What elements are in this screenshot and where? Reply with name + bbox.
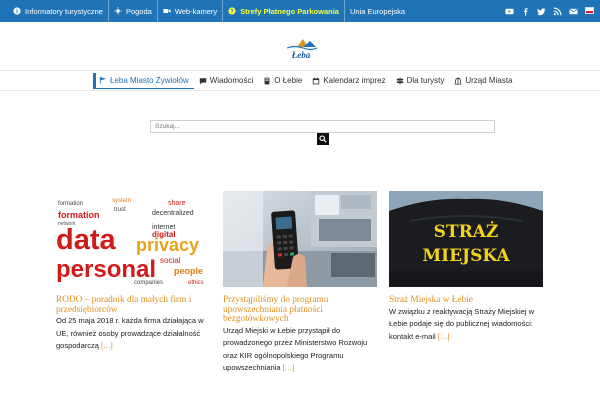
svg-text:social: social (160, 256, 181, 265)
card-excerpt: Od 25 maja 2018 r. każda firma działając… (56, 316, 204, 350)
top-link-label: Strefy Płatnego Parkowania (240, 6, 339, 16)
svg-text:trust: trust (114, 207, 126, 213)
calendar-icon (312, 77, 320, 85)
svg-text:share: share (168, 200, 186, 207)
straz-miejska-jacket-image[interactable]: STRAŻ MIEJSKA (389, 191, 543, 287)
rodo-word-cloud-image[interactable]: formation formation system decentralized… (56, 191, 210, 287)
parking-icon: ? (228, 7, 236, 15)
logo-text: Łeba (291, 50, 311, 60)
payment-terminal-image[interactable] (223, 191, 377, 287)
top-bar: Informatory turystyczne Pogoda Web-kamer… (0, 0, 600, 22)
read-more-link[interactable]: […] (438, 332, 450, 341)
top-link-label: Unia Europejska (349, 6, 406, 16)
nav-item-label: Kalendarz imprez (323, 76, 386, 85)
svg-text:digital: digital (152, 230, 176, 239)
nav-item-leba-miasto[interactable]: Łeba Miasto Żywiołów (93, 72, 194, 89)
info-icon (13, 7, 21, 15)
card-title[interactable]: RODO – poradnik dla małych firm i przeds… (56, 295, 210, 315)
top-link-web-kamery[interactable]: Web-kamery (158, 0, 224, 22)
leba-logo[interactable]: Łeba (283, 38, 319, 60)
svg-text:?: ? (231, 9, 234, 15)
video-camera-icon (163, 7, 171, 15)
youtube-icon[interactable] (505, 7, 514, 16)
svg-text:decentralized: decentralized (152, 210, 194, 217)
info-book-icon (263, 77, 271, 85)
nav-item-wiadomosci[interactable]: Wiadomości (194, 73, 259, 89)
read-more-link[interactable]: […] (101, 341, 113, 350)
svg-text:data: data (56, 224, 117, 256)
svg-text:people: people (174, 266, 203, 276)
facebook-icon[interactable] (521, 7, 530, 16)
nav-item-kalendarz[interactable]: Kalendarz imprez (307, 73, 390, 89)
svg-text:formation: formation (58, 201, 83, 207)
polish-flag-icon[interactable] (585, 7, 594, 14)
top-links: Informatory turystyczne Pogoda Web-kamer… (8, 0, 410, 22)
main-nav: Łeba Miasto Żywiołów Wiadomości O Łebie … (93, 71, 517, 90)
svg-text:ethics: ethics (188, 280, 204, 286)
news-card-rodo[interactable]: formation formation system decentralized… (56, 191, 210, 353)
svg-text:network: network (58, 221, 76, 227)
nav-item-label: Urząd Miasta (465, 76, 513, 85)
nav-item-label: Wiadomości (209, 76, 254, 85)
building-icon (454, 76, 462, 85)
svg-text:companies: companies (134, 280, 163, 286)
news-card-platnosci[interactable]: Przystąpiliśmy do programu upowszechnian… (223, 191, 377, 375)
email-icon[interactable] (569, 7, 578, 16)
card-excerpt: W związku z reaktywacją Straży Miejskiej… (389, 306, 535, 341)
search-icon (319, 135, 327, 143)
card-title[interactable]: Straż Miejska w Łebie (389, 295, 543, 306)
search-button[interactable] (317, 133, 329, 145)
svg-text:system: system (112, 198, 131, 204)
social-links (505, 0, 578, 22)
twitter-icon[interactable] (537, 7, 546, 16)
top-link-unia-europejska[interactable]: Unia Europejska (345, 0, 410, 22)
svg-text:MIEJSKA: MIEJSKA (422, 246, 510, 266)
nav-item-dla-turysty[interactable]: Dla turysty (391, 73, 450, 89)
top-link-pogoda[interactable]: Pogoda (109, 0, 158, 22)
svg-text:personal: personal (56, 256, 156, 283)
nav-item-o-lebie[interactable]: O Łebie (258, 73, 307, 89)
rss-icon[interactable] (553, 6, 562, 16)
top-link-label: Web-kamery (174, 6, 218, 16)
news-card-straz-miejska[interactable]: STRAŻ MIEJSKA Straż Miejska w Łebie W zw… (389, 191, 543, 343)
signpost-icon (396, 77, 404, 85)
nav-item-urzad-miasta[interactable]: Urząd Miasta (449, 73, 517, 89)
svg-text:STRAŻ: STRAŻ (434, 221, 499, 242)
sun-icon (114, 7, 122, 15)
search-input[interactable] (150, 120, 495, 133)
nav-item-label: Łeba Miasto Żywiołów (110, 75, 189, 85)
svg-text:formation: formation (58, 210, 100, 220)
card-title[interactable]: Przystąpiliśmy do programu upowszechnian… (223, 295, 377, 325)
card-excerpt: Urząd Miejski w Łebie przystąpił do prow… (223, 325, 368, 373)
nav-item-label: O Łebie (274, 76, 303, 85)
top-link-strefy-parkowania[interactable]: ? Strefy Płatnego Parkowania (223, 0, 345, 22)
flag-icon (99, 76, 107, 84)
read-more-link[interactable]: […] (283, 363, 295, 372)
nav-item-label: Dla turysty (406, 76, 445, 85)
top-link-label: Pogoda (125, 6, 152, 16)
chat-icon (199, 77, 207, 85)
top-link-informatory[interactable]: Informatory turystyczne (8, 0, 109, 22)
nav-divider-bottom (0, 90, 600, 91)
top-link-label: Informatory turystyczne (25, 6, 103, 16)
